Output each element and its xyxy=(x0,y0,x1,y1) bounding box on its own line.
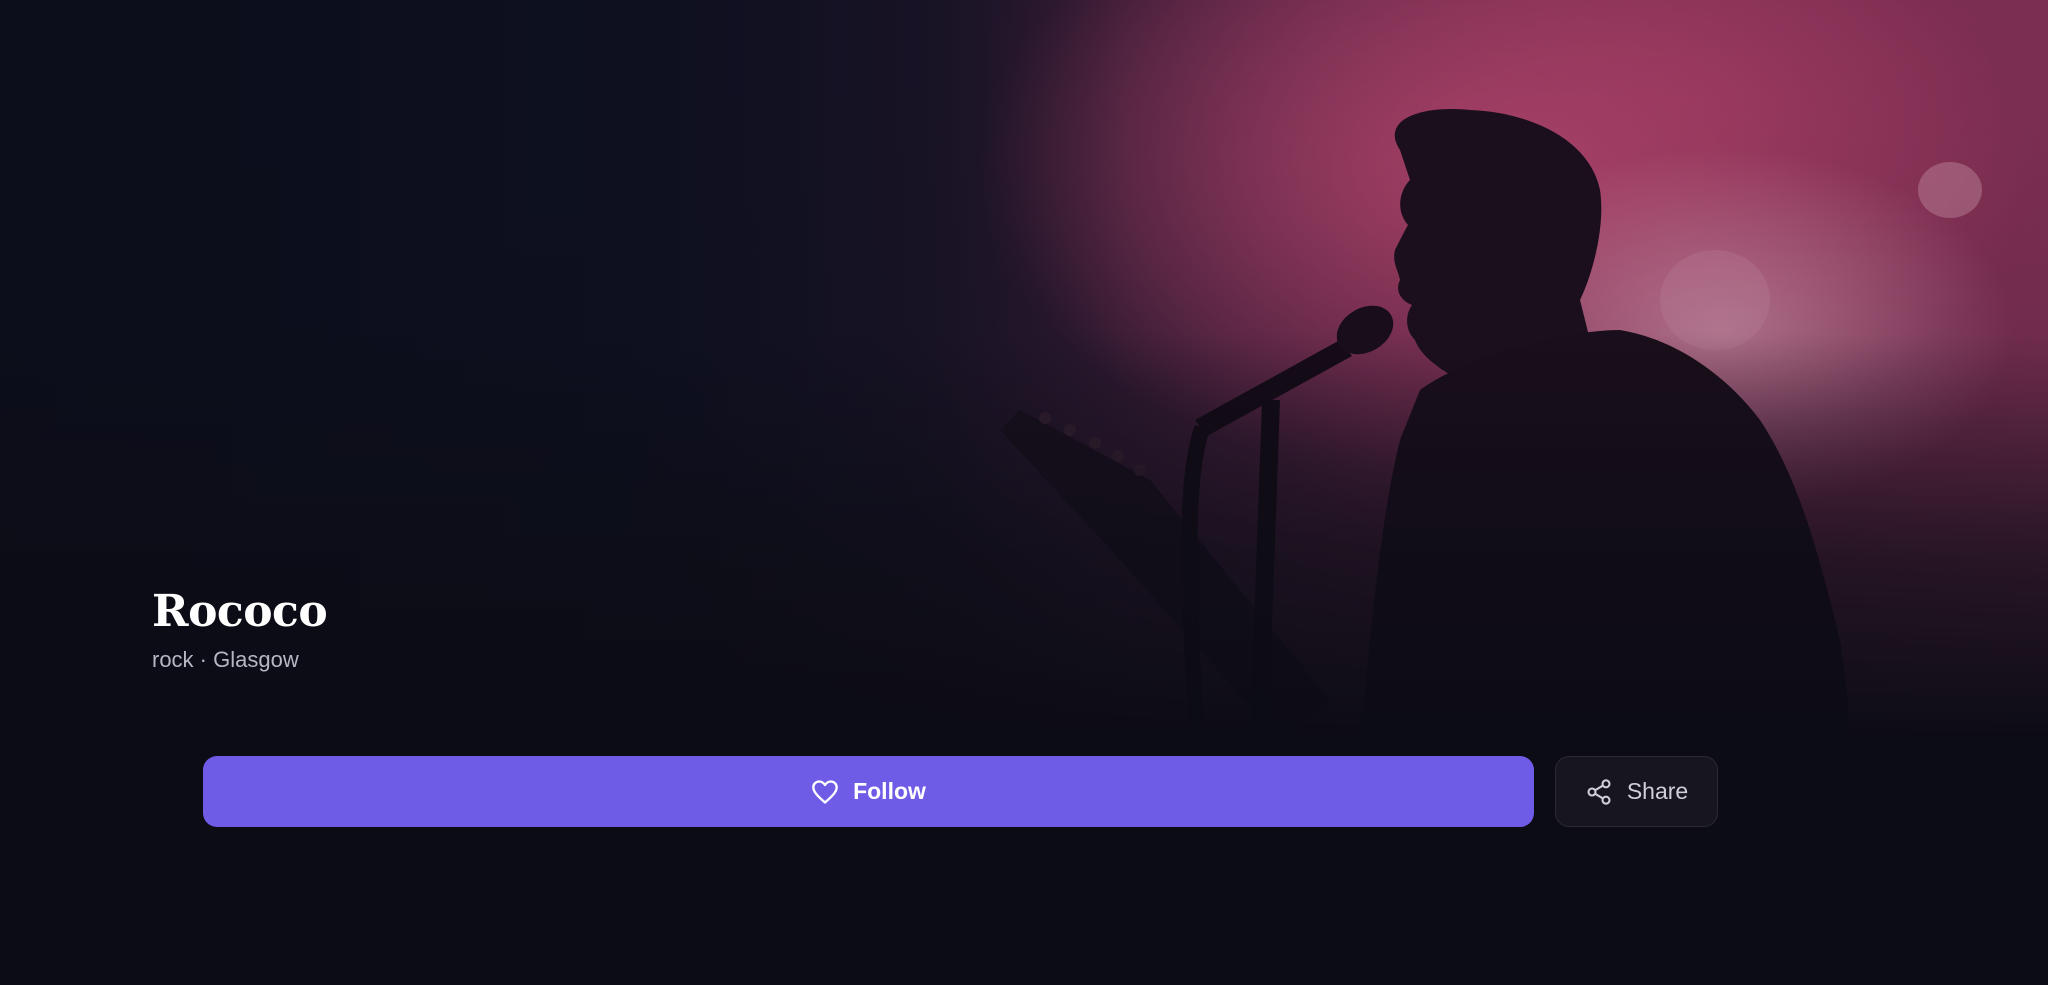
artist-genre-location: rock · Glasgow xyxy=(152,647,299,672)
follow-button-label: Follow xyxy=(853,778,926,804)
artist-page: Rococo rock · Glasgow Follow Share xyxy=(0,0,2048,985)
heart-icon xyxy=(811,779,839,805)
share-icon xyxy=(1585,778,1613,806)
follow-button[interactable]: Follow xyxy=(203,756,1534,827)
share-button[interactable]: Share xyxy=(1555,756,1718,827)
artist-header: Rococo rock · Glasgow xyxy=(152,584,328,674)
artist-name: Rococo xyxy=(152,586,328,637)
share-button-label: Share xyxy=(1626,778,1689,804)
